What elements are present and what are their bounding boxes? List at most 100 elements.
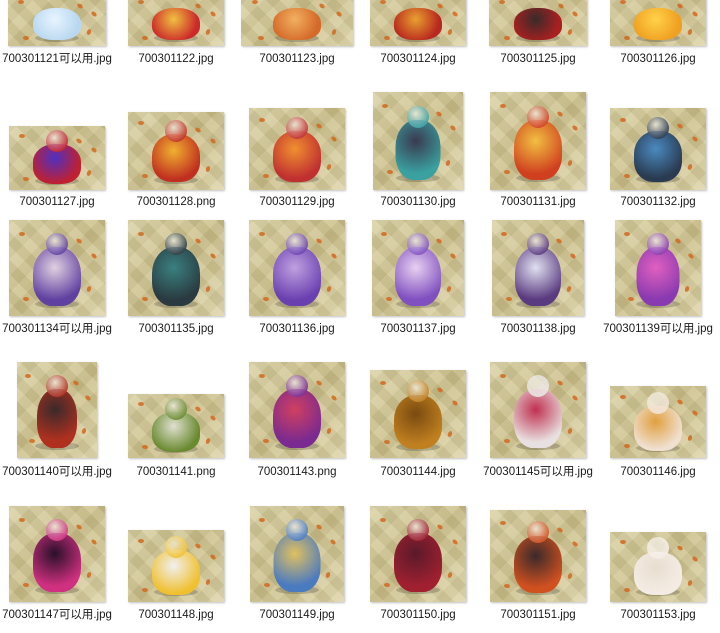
character-sprite: [395, 120, 441, 181]
file-name-label[interactable]: 700301140可以用.jpg: [0, 465, 114, 480]
file-thumbnail[interactable]: [490, 510, 586, 602]
character-sprite-head: [286, 374, 308, 397]
file-name-label[interactable]: 700301138.jpg: [481, 322, 595, 337]
file-thumbnail[interactable]: [241, 0, 353, 46]
character-sprite: [394, 7, 442, 40]
file-thumbnail[interactable]: [249, 108, 345, 190]
character-sprite-head: [46, 518, 68, 541]
file-name-label[interactable]: 700301137.jpg: [361, 322, 475, 337]
file-name-label[interactable]: 700301144.jpg: [361, 465, 475, 480]
character-sprite: [33, 7, 81, 40]
file-name-label[interactable]: 700301134可以用.jpg: [0, 322, 114, 337]
file-name-label[interactable]: 700301129.jpg: [240, 195, 354, 210]
file-thumbnail[interactable]: [610, 386, 706, 458]
thumbnail-leaf-decoration: [503, 35, 510, 40]
file-thumbnail[interactable]: [128, 530, 224, 602]
file-name-label[interactable]: 700301147可以用.jpg: [0, 608, 114, 623]
file-thumbnail[interactable]: [489, 0, 587, 46]
thumbnail-leaf-decoration: [619, 0, 626, 5]
file-name-label[interactable]: 700301150.jpg: [361, 608, 475, 623]
thumbnail-leaf-decoration: [137, 401, 144, 406]
character-sprite: [273, 388, 321, 449]
file-thumbnail[interactable]: [490, 92, 586, 190]
file-thumbnail[interactable]: [128, 112, 224, 190]
file-name-label[interactable]: 700301126.jpg: [601, 52, 715, 67]
file-thumbnail[interactable]: [492, 220, 584, 316]
thumbnail-leaf-decoration: [619, 540, 626, 545]
thumbnail-leaf-decoration: [505, 296, 512, 302]
file-name-label[interactable]: 700301143.png: [240, 465, 354, 480]
thumbnail-leaf-decoration: [18, 133, 25, 138]
file-thumbnail[interactable]: [249, 362, 345, 458]
character-sprite-head: [527, 374, 549, 397]
character-sprite: [514, 7, 562, 40]
thumbnail-leaf-decoration: [257, 35, 264, 40]
file-name-label[interactable]: 700301135.jpg: [119, 322, 233, 337]
file-name-label[interactable]: 700301127.jpg: [0, 195, 114, 210]
file-thumbnail[interactable]: [373, 92, 463, 190]
file-name-label[interactable]: 700301136.jpg: [240, 322, 354, 337]
file-thumbnail[interactable]: [370, 506, 466, 602]
file-thumbnail[interactable]: [250, 506, 344, 602]
character-sprite-head: [407, 518, 429, 541]
thumbnail-leaf-decoration: [259, 517, 266, 522]
thumbnail-leaf-decoration: [17, 0, 24, 5]
thumbnail-leaf-decoration: [263, 582, 271, 588]
file-thumbnail[interactable]: [9, 220, 105, 316]
character-sprite-head: [165, 535, 187, 558]
file-thumbnail[interactable]: [610, 0, 706, 46]
character-sprite: [33, 246, 81, 307]
file-thumbnail[interactable]: [370, 0, 466, 46]
file-thumbnail[interactable]: [8, 0, 106, 46]
thumbnail-leaf-decoration: [258, 117, 265, 122]
file-name-label[interactable]: 700301125.jpg: [481, 52, 595, 67]
file-name-label[interactable]: 700301146.jpg: [601, 465, 715, 480]
file-name-label[interactable]: 700301131.jpg: [481, 195, 595, 210]
thumbnail-leaf-decoration: [137, 121, 144, 126]
character-sprite-head: [647, 391, 669, 414]
thumbnail-leaf-decoration: [258, 373, 265, 378]
file-name-label[interactable]: 700301139可以用.jpg: [601, 322, 715, 337]
file-thumbnail[interactable]: [128, 394, 224, 458]
file-name-label[interactable]: 700301141.png: [119, 465, 233, 480]
character-sprite-head: [286, 116, 308, 139]
file-name-label[interactable]: 700301130.jpg: [361, 195, 475, 210]
character-sprite: [37, 388, 77, 449]
character-sprite-head: [286, 518, 308, 541]
file-thumbnail[interactable]: [128, 0, 224, 46]
file-name-label[interactable]: 700301145可以用.jpg: [481, 465, 595, 480]
file-thumbnail[interactable]: [17, 362, 97, 458]
file-name-label[interactable]: 700301151.jpg: [481, 608, 595, 623]
thumbnail-leaf-decoration: [18, 517, 25, 522]
character-sprite-head: [165, 119, 187, 142]
file-name-label[interactable]: 700301153.jpg: [601, 608, 715, 623]
thumbnail-leaf-decoration: [501, 231, 508, 236]
file-thumbnail[interactable]: [615, 220, 701, 316]
file-thumbnail[interactable]: [610, 108, 706, 190]
file-name-label[interactable]: 700301122.jpg: [119, 52, 233, 67]
character-sprite-head: [407, 105, 429, 128]
file-name-label[interactable]: 700301149.jpg: [240, 608, 354, 623]
file-name-label[interactable]: 700301148.jpg: [119, 608, 233, 623]
file-name-label[interactable]: 700301123.jpg: [240, 52, 354, 67]
character-sprite-head: [407, 232, 429, 255]
character-sprite-head: [46, 129, 68, 152]
file-thumbnail[interactable]: [610, 532, 706, 602]
file-thumbnail[interactable]: [372, 220, 464, 316]
file-thumbnail[interactable]: [9, 506, 105, 602]
file-thumbnail[interactable]: [370, 370, 466, 458]
file-name-label[interactable]: 700301121可以用.jpg: [0, 52, 114, 67]
file-name-label[interactable]: 700301128.png: [119, 195, 233, 210]
file-thumbnail[interactable]: [9, 126, 105, 190]
character-sprite: [514, 388, 562, 449]
thumbnail-leaf-decoration: [623, 231, 630, 236]
file-thumbnail[interactable]: [490, 362, 586, 458]
thumbnail-leaf-decoration: [28, 438, 36, 444]
thumbnail-leaf-decoration: [619, 117, 626, 122]
character-sprite-head: [46, 374, 68, 397]
file-name-label[interactable]: 700301132.jpg: [601, 195, 715, 210]
file-name-label[interactable]: 700301124.jpg: [361, 52, 475, 67]
file-thumbnail[interactable]: [128, 220, 224, 316]
file-thumbnail[interactable]: [249, 220, 345, 316]
file-thumbnail-grid: 700301121可以用.jpg 700301122.jpg 700301123.j…: [0, 0, 720, 633]
